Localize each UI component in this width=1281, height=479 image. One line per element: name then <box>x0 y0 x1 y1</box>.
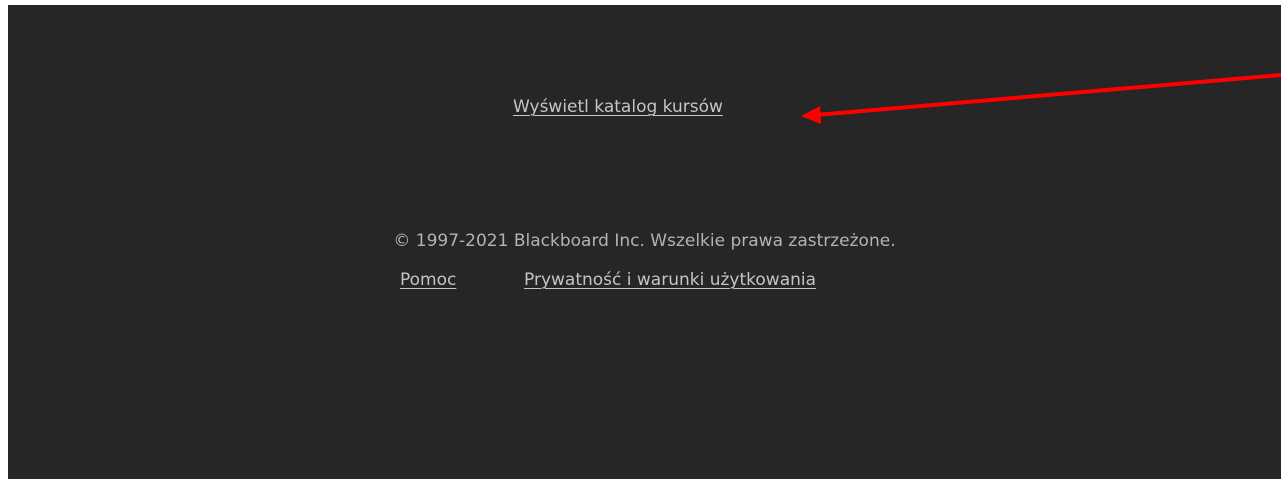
arrow-shaft <box>815 73 1281 117</box>
course-catalog-link[interactable]: Wyświetl katalog kursów <box>513 97 723 117</box>
privacy-terms-link[interactable]: Prywatność i warunki użytkowania <box>524 270 816 290</box>
page-footer: Wyświetl katalog kursów © 1997-2021 Blac… <box>8 5 1281 479</box>
copyright-text: © 1997-2021 Blackboard Inc. Wszelkie pra… <box>393 231 896 251</box>
arrow-head <box>801 106 821 124</box>
help-link[interactable]: Pomoc <box>400 270 456 290</box>
